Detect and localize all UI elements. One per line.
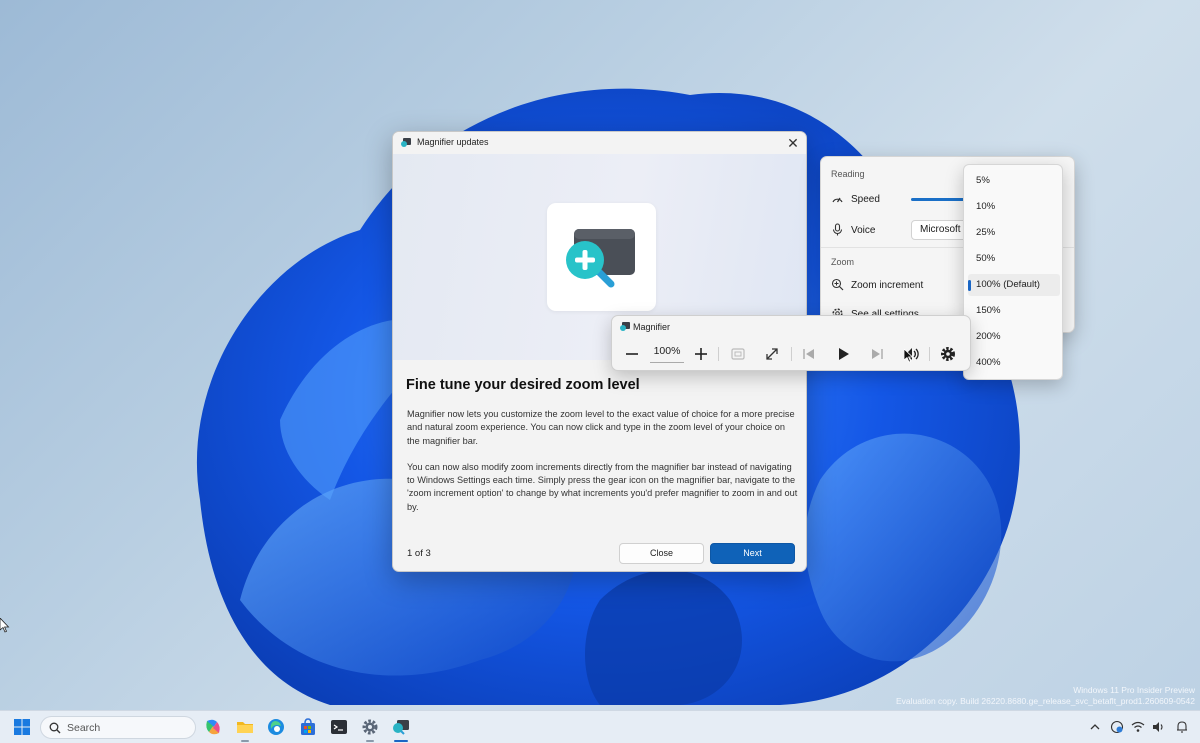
terminal-icon[interactable] bbox=[329, 717, 349, 737]
notification-icon[interactable] bbox=[1175, 720, 1189, 734]
dialog-paragraph-2: You can now also modify zoom increments … bbox=[407, 461, 798, 512]
voice-label: Voice bbox=[851, 225, 876, 236]
chevron-up-icon[interactable] bbox=[1088, 720, 1102, 734]
zoom-option[interactable]: 150% bbox=[968, 300, 1060, 322]
file-explorer-icon[interactable] bbox=[235, 717, 255, 737]
zoom-option[interactable]: 200% bbox=[968, 326, 1060, 348]
dialog-titlebar: Magnifier updates ✕ bbox=[393, 132, 806, 154]
magnifier-app-icon bbox=[620, 322, 630, 331]
microphone-icon bbox=[832, 223, 843, 236]
next-icon[interactable] bbox=[866, 343, 888, 365]
zoom-increment-label[interactable]: Zoom increment bbox=[851, 280, 923, 291]
voice-select[interactable]: Microsoft bbox=[911, 220, 971, 240]
hero-illustration-card bbox=[547, 203, 656, 311]
toolbar-divider bbox=[791, 347, 792, 361]
running-indicator bbox=[366, 740, 374, 742]
taskbar: Search bbox=[0, 710, 1200, 743]
zoom-option-label: 100% (Default) bbox=[976, 279, 1040, 290]
volume-icon[interactable] bbox=[1151, 720, 1165, 734]
previous-icon[interactable] bbox=[798, 343, 820, 365]
zoom-option[interactable]: 25% bbox=[968, 222, 1060, 244]
magnifier-toolbar: Magnifier 100% bbox=[611, 315, 971, 371]
zoom-increment-dropdown: 5% 10% 25% 50% 100% (Default) 150% 200% … bbox=[963, 164, 1063, 380]
zoom-out-icon[interactable] bbox=[621, 343, 643, 365]
watermark-build: Evaluation copy. Build 26220.8680.ge_rel… bbox=[896, 696, 1195, 706]
selection-indicator bbox=[968, 280, 971, 291]
dialog-paragraph-1: Magnifier now lets you customize the zoo… bbox=[407, 409, 795, 446]
search-icon bbox=[49, 722, 61, 734]
gear-icon[interactable] bbox=[937, 343, 959, 365]
toolbar-divider bbox=[718, 347, 719, 361]
windows-start-icon[interactable] bbox=[12, 717, 32, 737]
network-icon[interactable] bbox=[1110, 720, 1124, 734]
zoom-option[interactable]: 50% bbox=[968, 248, 1060, 270]
close-button[interactable]: Close bbox=[619, 543, 704, 564]
windows-watermark: Windows 11 Pro Insider Preview Evaluatio… bbox=[896, 685, 1195, 707]
store-icon[interactable] bbox=[298, 717, 318, 737]
fullscreen-icon[interactable] bbox=[761, 343, 783, 365]
next-button[interactable]: Next bbox=[710, 543, 795, 564]
speed-label: Speed bbox=[851, 194, 880, 205]
zoom-option[interactable]: 10% bbox=[968, 196, 1060, 218]
edge-icon[interactable] bbox=[266, 717, 286, 737]
mouse-pointer-icon bbox=[0, 618, 10, 633]
taskbar-search-input[interactable]: Search bbox=[40, 716, 196, 739]
reading-section-label: Reading bbox=[831, 169, 865, 179]
zoom-option-selected[interactable]: 100% (Default) bbox=[968, 274, 1060, 296]
play-icon[interactable] bbox=[832, 343, 854, 365]
settings-gear-icon[interactable] bbox=[360, 717, 380, 737]
zoom-level-input[interactable]: 100% bbox=[650, 345, 684, 363]
search-placeholder: Search bbox=[67, 722, 101, 734]
mouse-pointer-icon bbox=[904, 349, 914, 363]
running-indicator bbox=[241, 740, 249, 742]
magnifier-taskbar-icon[interactable] bbox=[391, 717, 411, 737]
watermark-edition: Windows 11 Pro Insider Preview bbox=[1073, 685, 1195, 695]
toolbar-divider bbox=[929, 347, 930, 361]
dialog-title: Magnifier updates bbox=[417, 137, 489, 147]
magnifier-app-icon bbox=[401, 138, 411, 147]
magnifier-toolbar-title: Magnifier bbox=[633, 322, 671, 332]
close-icon[interactable]: ✕ bbox=[784, 134, 802, 152]
active-app-indicator bbox=[394, 740, 408, 742]
dialog-body: Magnifier now lets you customize the zoo… bbox=[407, 408, 799, 527]
zoom-option[interactable]: 400% bbox=[968, 352, 1060, 374]
dialog-heading: Fine tune your desired zoom level bbox=[406, 377, 640, 393]
zoom-in-icon[interactable] bbox=[690, 343, 712, 365]
copilot-icon[interactable] bbox=[203, 717, 223, 737]
magnifier-plus-icon bbox=[566, 229, 635, 288]
speed-icon bbox=[832, 197, 843, 203]
zoom-section-label: Zoom bbox=[831, 257, 855, 267]
zoom-option[interactable]: 5% bbox=[968, 170, 1060, 192]
speed-slider[interactable] bbox=[911, 198, 971, 201]
zoom-search-icon bbox=[831, 278, 844, 291]
wifi-icon[interactable] bbox=[1131, 720, 1145, 734]
view-mode-icon[interactable] bbox=[727, 343, 749, 365]
page-counter: 1 of 3 bbox=[407, 548, 431, 559]
